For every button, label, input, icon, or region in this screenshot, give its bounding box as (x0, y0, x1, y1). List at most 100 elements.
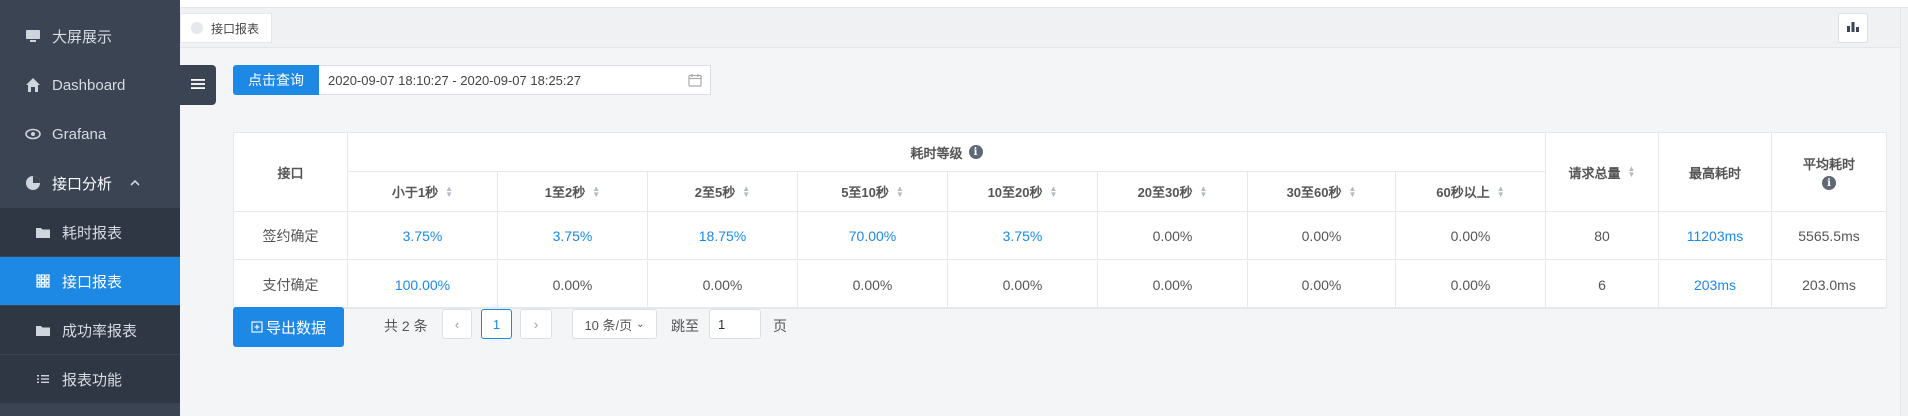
sidebar-item-label: 耗时报表 (62, 224, 123, 242)
table-cell-level[interactable]: 3.75% (348, 212, 498, 260)
calendar-icon[interactable] (688, 73, 702, 90)
total-count: 共 2 条 (384, 318, 428, 334)
table-cell-level[interactable]: 18.75% (648, 212, 798, 260)
header-avg-label: 平均耗时 (1802, 157, 1855, 172)
header-level-3[interactable]: 5至10秒 ▲ ▼ (798, 172, 948, 212)
chart-toggle-button[interactable] (1838, 13, 1868, 43)
tab-bar: 接口报表 (180, 8, 1908, 48)
sidebar-item-grafana[interactable]: Grafana (0, 110, 180, 158)
header-level-6[interactable]: 30至60秒 ▲ ▼ (1248, 172, 1396, 212)
chevron-down-icon: ⌄ (636, 318, 645, 330)
table-cell-max[interactable]: 11203ms (1659, 212, 1772, 260)
header-level-label: 30至60秒 (1286, 185, 1342, 200)
export-icon (251, 321, 263, 333)
header-level-label: 1至2秒 (544, 185, 586, 200)
date-range-picker[interactable]: 2020-09-07 18:10:27 - 2020-09-07 18:25:2… (319, 65, 711, 95)
header-level-label: 5至10秒 (841, 185, 889, 200)
sort-icon[interactable]: ▲ ▼ (445, 184, 453, 198)
header-level-label: 10至20秒 (987, 185, 1043, 200)
header-interface: 接口 (234, 133, 348, 212)
sidebar-item-success-report[interactable]: 成功率报表 (0, 306, 180, 354)
header-level-4[interactable]: 10至20秒 ▲ ▼ (948, 172, 1098, 212)
header-level-label: 20至30秒 (1137, 185, 1193, 200)
table-cell-level: 0.00% (1396, 212, 1546, 260)
sidebar-item-screen[interactable]: 大屏展示 (0, 12, 180, 60)
info-icon[interactable]: i (1822, 176, 1836, 190)
sort-icon[interactable]: ▲ ▼ (742, 184, 750, 198)
table-cell-total: 6 (1546, 261, 1659, 309)
sidebar-item-interface-report[interactable]: 接口报表 (0, 257, 180, 305)
sidebar: 大屏展示 Dashboard Grafana 接口分析 耗时报表 接口报表 成功… (0, 0, 180, 416)
table-cell-level: 0.00% (1098, 212, 1248, 260)
next-page-button[interactable]: › (520, 309, 552, 339)
tab-label: 接口报表 (211, 21, 260, 36)
sidebar-collapse-button[interactable] (180, 65, 216, 105)
table-cell-level: 0.00% (1098, 261, 1248, 309)
sort-icon[interactable]: ▲ ▼ (1349, 184, 1357, 198)
page-size-select[interactable]: 10 条/页 ⌄ (572, 309, 657, 339)
header-total-requests[interactable]: 请求总量 ▲ ▼ (1546, 133, 1659, 212)
date-range-value: 2020-09-07 18:10:27 - 2020-09-07 18:25:2… (328, 72, 581, 88)
sort-icon[interactable]: ▲ ▼ (1497, 184, 1505, 198)
table-cell-level: 0.00% (498, 261, 648, 309)
table-cell-level: 0.00% (798, 261, 948, 309)
export-label: 导出数据 (265, 319, 326, 337)
table-cell-avg: 5565.5ms (1772, 212, 1886, 260)
sort-icon[interactable]: ▲ ▼ (896, 184, 904, 198)
sidebar-item-label: 接口分析 (52, 175, 113, 193)
table-cell-level[interactable]: 100.00% (348, 261, 498, 309)
sidebar-item-label: 大屏展示 (52, 28, 113, 46)
sidebar-group-interface-analysis[interactable]: 接口分析 (0, 159, 180, 207)
table-cell-level: 0.00% (1396, 261, 1546, 309)
page-suffix: 页 (773, 318, 787, 334)
page-number-current[interactable]: 1 (481, 309, 512, 339)
header-total-label: 请求总量 (1568, 165, 1621, 181)
prev-page-button[interactable]: ‹ (442, 309, 472, 339)
tab-interface-report[interactable]: 接口报表 (180, 13, 273, 43)
sort-icon[interactable]: ▲ ▼ (1050, 184, 1058, 198)
header-level-1[interactable]: 1至2秒 ▲ ▼ (498, 172, 648, 212)
table-cell-level[interactable]: 3.75% (948, 212, 1098, 260)
table-cell-max[interactable]: 203ms (1659, 261, 1772, 309)
table-cell-interface: 签约确定 (234, 212, 348, 260)
bar-chart-icon (1847, 19, 1859, 37)
sort-icon[interactable]: ▲ ▼ (1628, 165, 1636, 179)
jump-page-input[interactable]: 1 (709, 309, 761, 339)
tab-status-dot (191, 22, 203, 34)
sort-icon[interactable]: ▲ ▼ (592, 184, 600, 198)
table-cell-total: 80 (1546, 212, 1659, 260)
header-level-7[interactable]: 60秒以上 ▲ ▼ (1396, 172, 1546, 212)
report-table: 接口 耗时等级 i 请求总量 ▲ ▼ 最高耗时 平均耗时 i 小于1秒 ▲ ▼ 1至2秒… (233, 132, 1887, 309)
table-cell-level[interactable]: 3.75% (498, 212, 648, 260)
table-cell-level[interactable]: 70.00% (798, 212, 948, 260)
sort-icon[interactable]: ▲ ▼ (1200, 184, 1208, 198)
table-cell-level: 0.00% (648, 261, 798, 309)
sidebar-item-label: Grafana (52, 125, 107, 143)
table-cell-level: 0.00% (1248, 261, 1396, 309)
sidebar-item-label: 接口报表 (62, 273, 123, 291)
sidebar-item-time-report[interactable]: 耗时报表 (0, 208, 180, 256)
header-level-0[interactable]: 小于1秒 ▲ ▼ (348, 172, 498, 212)
table-cell-level: 0.00% (1248, 212, 1396, 260)
sidebar-item-report-function[interactable]: 报表功能 (0, 355, 180, 403)
export-data-button[interactable]: 导出数据 (233, 307, 344, 347)
scrollbar[interactable] (1900, 8, 1908, 416)
query-button[interactable]: 点击查询 (233, 65, 319, 95)
header-level-2[interactable]: 2至5秒 ▲ ▼ (648, 172, 798, 212)
table-cell-interface: 支付确定 (234, 261, 348, 309)
header-max-duration: 最高耗时 (1659, 133, 1772, 212)
sidebar-item-label: 成功率报表 (62, 322, 138, 340)
page-size-value: 10 条/页 (584, 317, 633, 333)
pie-chart-icon (24, 174, 42, 192)
header-level-5[interactable]: 20至30秒 ▲ ▼ (1098, 172, 1248, 212)
info-icon[interactable]: i (968, 145, 983, 159)
monitor-icon (24, 27, 42, 45)
folder-icon (34, 321, 52, 339)
list-icon (34, 370, 52, 388)
sidebar-item-label: Dashboard (52, 76, 126, 94)
header-duration-level-label: 耗时等级 (910, 145, 963, 161)
jump-label: 跳至 (671, 318, 699, 334)
chevron-left-icon: ‹ (454, 316, 460, 332)
sidebar-item-dashboard[interactable]: Dashboard (0, 61, 180, 109)
top-header (180, 0, 1908, 8)
